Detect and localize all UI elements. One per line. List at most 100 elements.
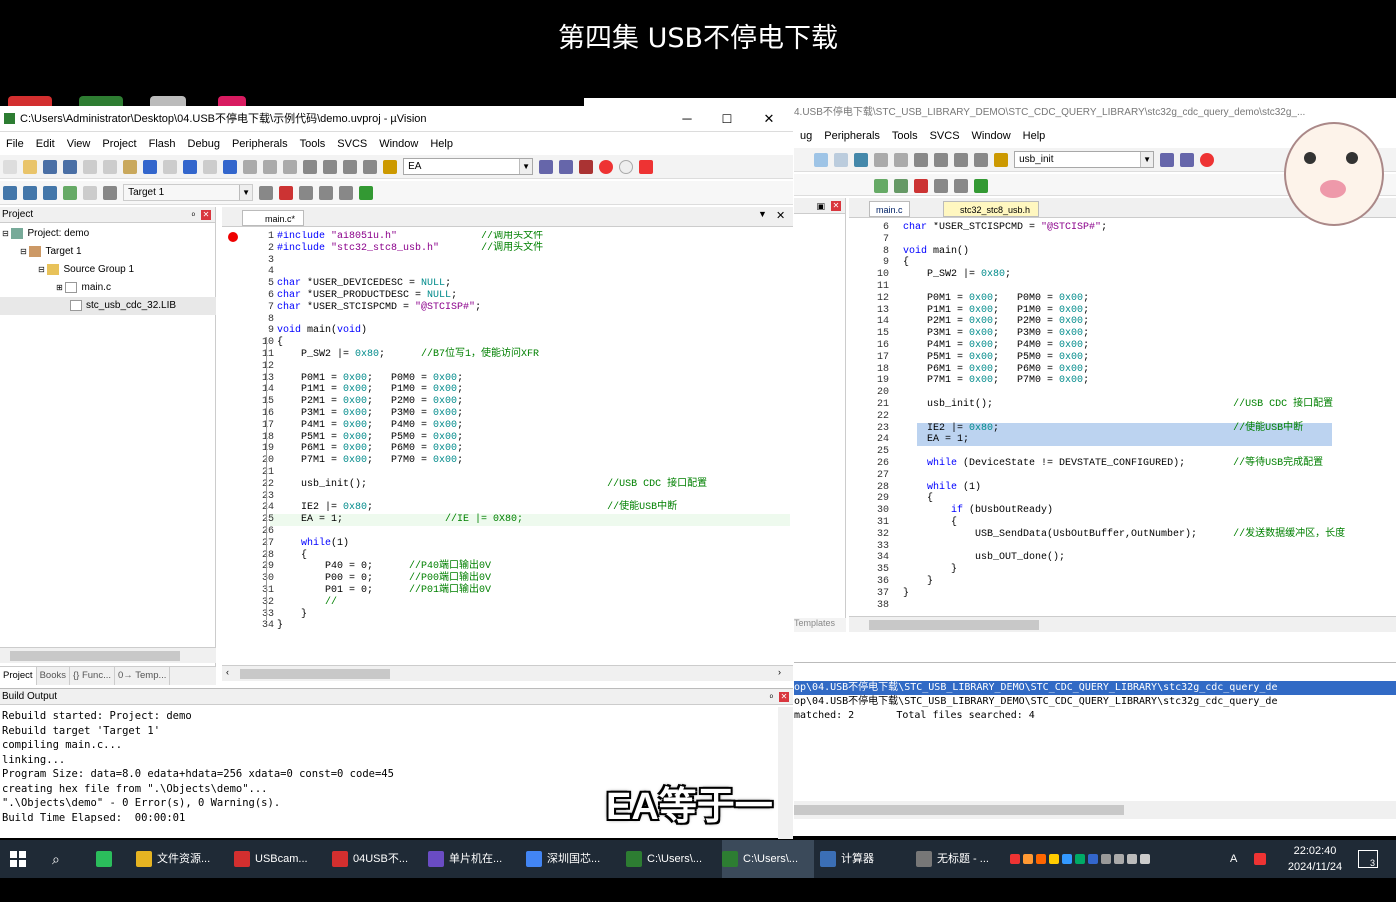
right-editor-hscroll[interactable] — [849, 616, 1396, 632]
system-tray[interactable] — [1010, 840, 1230, 878]
code-line[interactable]: while (DeviceState != DEVSTATE_CONFIGURE… — [903, 458, 1323, 470]
tree-item-main-c[interactable]: ⊞ main.c — [0, 279, 216, 297]
close-button[interactable]: ✕ — [762, 106, 776, 131]
code-line[interactable]: EA = 1; //IE |= 0X80; — [277, 514, 523, 526]
notification-icon[interactable]: 3 — [1358, 850, 1378, 868]
code-line[interactable]: void main() — [903, 246, 969, 258]
code-line[interactable]: P_SW2 |= 0x80; — [903, 269, 1011, 281]
editor-tab-main-c[interactable]: main.c* — [242, 210, 305, 226]
breakpoint-icon[interactable] — [228, 232, 238, 242]
wechat-icon[interactable] — [96, 840, 118, 878]
code-line[interactable]: P3M1 = 0x00; P3M0 = 0x00; — [903, 328, 1089, 340]
project-bottom-tab[interactable]: Books — [37, 667, 70, 685]
taskbar-app[interactable]: C:\Users\... — [626, 840, 718, 878]
right-menu-help[interactable]: Help — [1017, 127, 1052, 145]
tab-dropdown-icon[interactable]: ▼ — [758, 209, 767, 219]
right-tab-main[interactable]: main.c — [869, 201, 910, 217]
code-line[interactable]: } — [903, 564, 957, 576]
code-line[interactable]: } — [277, 609, 307, 621]
right-code-area[interactable]: 6 char *USER_STCISPCMD = "@STCISP#"; 7 8 voi… — [849, 222, 1396, 612]
left-menu-project[interactable]: Project — [96, 135, 142, 153]
code-line[interactable]: P0M1 = 0x00; P0M0 = 0x00; — [903, 293, 1089, 305]
code-line[interactable]: P4M1 = 0x00; P4M0 = 0x00; — [277, 420, 463, 432]
find-result-line[interactable]: op\04.USB不停电下载\STC_USB_LIBRARY_DEMO\STC_… — [794, 681, 1396, 695]
code-line[interactable]: P4M1 = 0x00; P4M0 = 0x00; — [903, 340, 1089, 352]
taskbar-app[interactable]: 单片机在... — [428, 840, 520, 878]
code-line[interactable]: char *USER_STCISPCMD = "@STCISP#"; — [277, 302, 481, 314]
left-menu-debug[interactable]: Debug — [182, 135, 226, 153]
taskbar-app[interactable]: 04USB不... — [332, 840, 424, 878]
left-menu-help[interactable]: Help — [424, 135, 459, 153]
code-line[interactable]: P_SW2 |= 0x80; //B7位写1，使能访问XFR — [277, 349, 539, 361]
ime-icon[interactable] — [1254, 840, 1270, 878]
taskbar-app[interactable]: 深圳国芯... — [526, 840, 618, 878]
code-line[interactable]: P6M1 = 0x00; P6M0 = 0x00; — [277, 443, 463, 455]
left-code-area[interactable]: 1 #include "ai8051u.h" //调用头文件 2 #include "… — [222, 231, 793, 661]
right-menu-svcs[interactable]: SVCS — [924, 127, 966, 145]
code-line[interactable]: P5M1 = 0x00; P5M0 = 0x00; — [277, 432, 463, 444]
project-hscroll[interactable] — [0, 647, 216, 663]
right-tab-usb-h[interactable]: stc32_stc8_usb.h — [943, 201, 1040, 217]
project-bottom-tab[interactable]: Project — [0, 667, 37, 685]
code-line[interactable]: IE2 |= 0x80; //使能USB中断 — [277, 502, 677, 514]
code-line[interactable]: while (1) — [903, 482, 981, 494]
code-line[interactable]: USB_SendData(UsbOutBuffer,OutNumber); //… — [903, 529, 1345, 541]
code-line[interactable]: P7M1 = 0x00; P7M0 = 0x00; — [277, 455, 463, 467]
right-templates-tab[interactable]: Templates — [794, 618, 846, 632]
code-line[interactable]: if (bUsbOutReady) — [903, 505, 1053, 517]
right-menu-peripherals[interactable]: Peripherals — [818, 127, 886, 145]
code-line[interactable]: P7M1 = 0x00; P7M0 = 0x00; — [903, 375, 1089, 387]
code-line[interactable]: } — [903, 576, 933, 588]
code-line[interactable]: usb_init(); //USB CDC 接口配置 — [277, 479, 707, 491]
minimize-button[interactable]: ─ — [680, 106, 694, 131]
left-menu-tools[interactable]: Tools — [294, 135, 332, 153]
tree-item-target[interactable]: ⊟ Target 1 — [0, 243, 216, 261]
code-line[interactable]: P0M1 = 0x00; P0M0 = 0x00; — [277, 373, 463, 385]
find-result-line[interactable]: op\04.USB不停电下载\STC_USB_LIBRARY_DEMO\STC_… — [794, 695, 1396, 709]
taskbar-app[interactable]: 计算器 — [820, 840, 912, 878]
code-line[interactable]: char *USER_STCISPCMD = "@STCISP#"; — [903, 222, 1107, 234]
code-line[interactable]: void main(void) — [277, 325, 367, 337]
code-line[interactable]: IE2 |= 0x80; //使能USB中断 — [903, 423, 1303, 435]
code-line[interactable]: { — [277, 337, 283, 349]
code-line[interactable]: { — [903, 257, 909, 269]
left-editor[interactable]: main.c* ▼ ✕ 1 #include "ai8051u.h" //调用头文… — [222, 207, 793, 685]
code-line[interactable]: P1M1 = 0x00; P1M0 = 0x00; — [903, 305, 1089, 317]
project-bottom-tab[interactable]: 0→ Temp... — [115, 667, 171, 685]
code-line[interactable]: } — [277, 620, 283, 632]
code-line[interactable]: #include "stc32_stc8_usb.h" //调用头文件 — [277, 243, 543, 255]
code-line[interactable]: P3M1 = 0x00; P3M0 = 0x00; — [277, 408, 463, 420]
search-icon[interactable]: ⌕ — [52, 840, 72, 878]
target-combo[interactable]: Target 1 ▼ — [123, 184, 254, 201]
tree-item-lib[interactable]: stc_usb_cdc_32.LIB — [0, 297, 216, 315]
code-line[interactable]: P40 = 0; //P40端口输出0V — [277, 561, 491, 573]
code-line[interactable]: P6M1 = 0x00; P6M0 = 0x00; — [903, 364, 1089, 376]
left-menu-edit[interactable]: Edit — [30, 135, 61, 153]
code-line[interactable]: EA = 1; — [903, 434, 969, 446]
code-line[interactable]: } — [903, 588, 909, 600]
code-line[interactable]: { — [903, 493, 933, 505]
taskbar-app[interactable]: 无标题 - ... — [916, 840, 1008, 878]
code-line[interactable]: P00 = 0; //P00端口输出0V — [277, 573, 491, 585]
tree-item-source-group[interactable]: ⊟ Source Group 1 — [0, 261, 216, 279]
tab-close-icon[interactable]: ✕ — [776, 209, 785, 222]
left-menu-window[interactable]: Window — [373, 135, 424, 153]
code-line[interactable]: // — [277, 597, 337, 609]
maximize-button[interactable]: ☐ — [720, 106, 734, 131]
tree-item-project[interactable]: ⊟ Project: demo — [0, 225, 216, 243]
code-line[interactable]: usb_init(); //USB CDC 接口配置 — [903, 399, 1333, 411]
code-line[interactable]: while(1) — [277, 538, 349, 550]
project-bottom-tab[interactable]: {} Func... — [70, 667, 116, 685]
left-menu-flash[interactable]: Flash — [143, 135, 182, 153]
taskbar-app[interactable]: USBcam... — [234, 840, 326, 878]
code-line[interactable]: P5M1 = 0x00; P5M0 = 0x00; — [903, 352, 1089, 364]
find-hscroll[interactable] — [794, 801, 1396, 819]
code-line[interactable]: P1M1 = 0x00; P1M0 = 0x00; — [277, 384, 463, 396]
code-line[interactable]: { — [903, 517, 957, 529]
right-editor[interactable]: main.c stc32_stc8_usb.h 6 char *USER_STCI… — [849, 198, 1396, 632]
code-line[interactable]: usb_OUT_done(); — [903, 552, 1065, 564]
clock-date[interactable]: 2024/11/24 — [1280, 860, 1350, 874]
code-line[interactable]: P01 = 0; //P01端口输出0V — [277, 585, 491, 597]
left-menu-file[interactable]: File — [0, 135, 30, 153]
input-lang[interactable]: A — [1230, 840, 1244, 878]
